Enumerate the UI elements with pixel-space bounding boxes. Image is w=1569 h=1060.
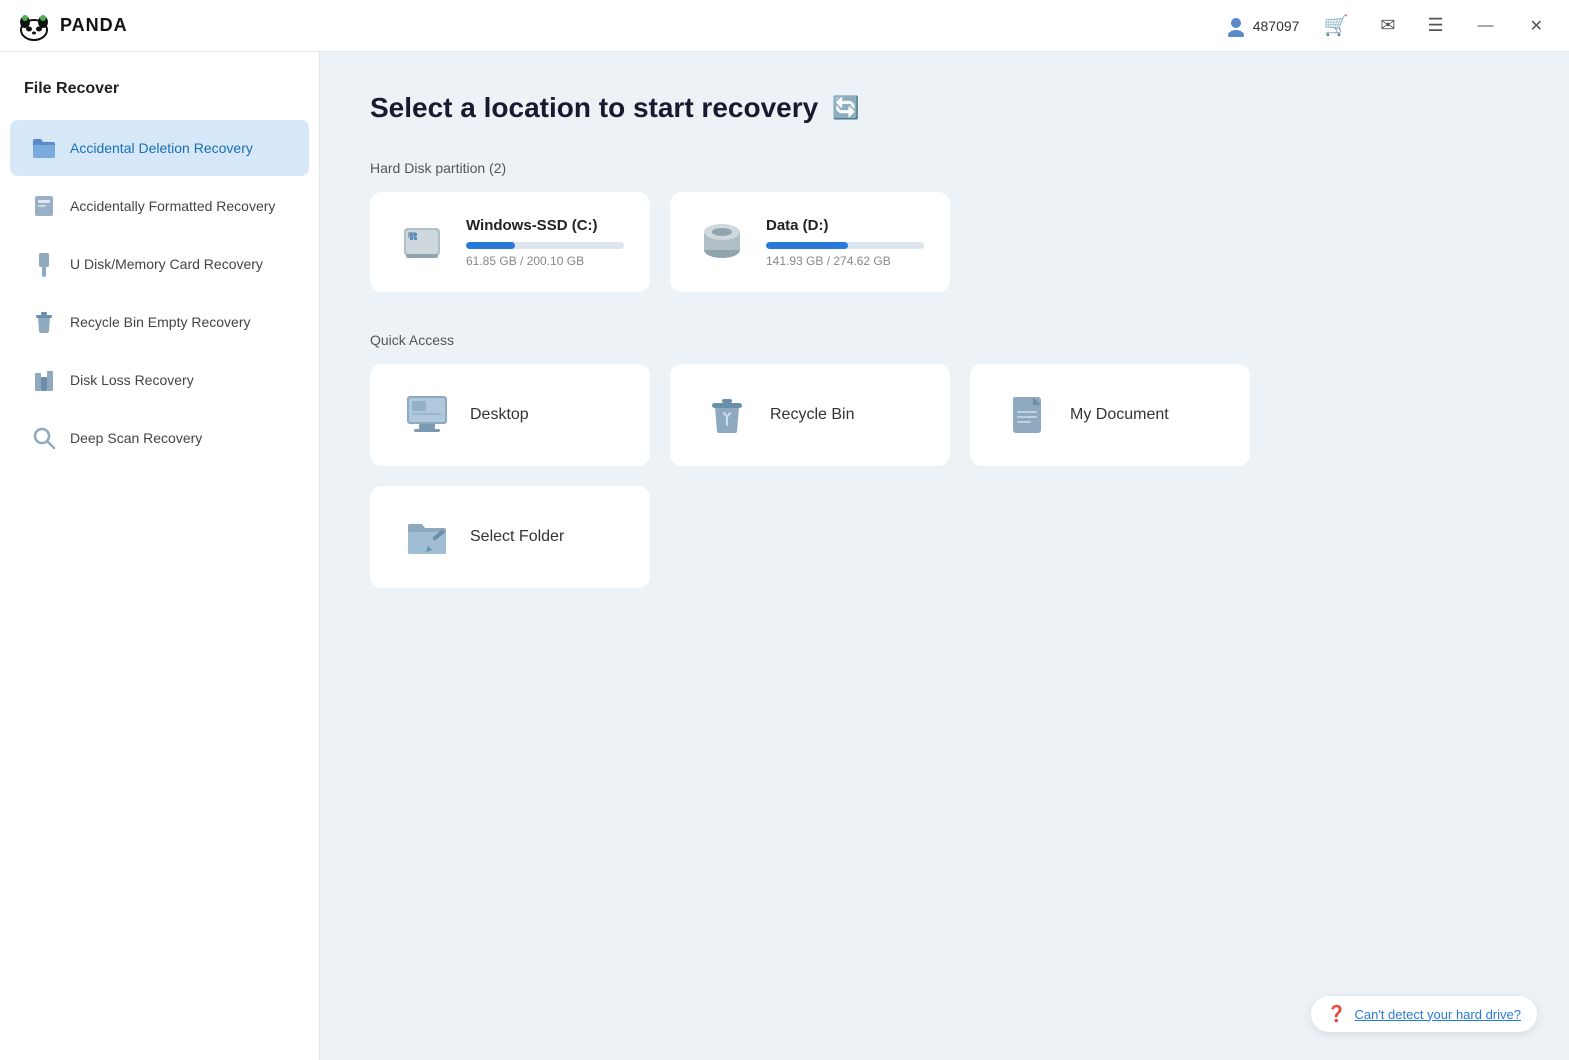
- sidebar-item-disk-loss[interactable]: Disk Loss Recovery: [10, 352, 309, 408]
- sidebar-item-recycle-label: Recycle Bin Empty Recovery: [70, 314, 251, 330]
- sidebar: File Recover Accidental Deletion Recover…: [0, 52, 320, 1060]
- sidebar-item-accidental-label: Accidental Deletion Recovery: [70, 140, 253, 156]
- drive-d-icon: [696, 216, 748, 268]
- sidebar-item-deep-scan-label: Deep Scan Recovery: [70, 430, 202, 446]
- close-button[interactable]: ✕: [1520, 12, 1553, 40]
- sidebar-item-recycle[interactable]: Recycle Bin Empty Recovery: [10, 294, 309, 350]
- user-info: 487097: [1225, 15, 1300, 37]
- recycle-bin-icon: [30, 308, 58, 336]
- drive-c-info: Windows-SSD (C:) 61.85 GB / 200.10 GB: [466, 217, 624, 268]
- app-logo: PANDA: [16, 8, 128, 44]
- qa-card-desktop[interactable]: Desktop: [370, 364, 650, 466]
- drives-row: Windows-SSD (C:) 61.85 GB / 200.10 GB: [370, 192, 1519, 292]
- refresh-icon[interactable]: 🔄: [832, 95, 859, 121]
- quick-access-label: Quick Access: [370, 332, 1519, 348]
- folder-icon: [30, 134, 58, 162]
- app-name: PANDA: [60, 15, 128, 36]
- drive-c-icon: [396, 216, 448, 268]
- quick-access-section: Quick Access: [370, 332, 1519, 588]
- drive-card-d[interactable]: Data (D:) 141.93 GB / 274.62 GB: [670, 192, 950, 292]
- minimize-button[interactable]: —: [1468, 13, 1504, 39]
- help-link-text[interactable]: Can't detect your hard drive?: [1354, 1007, 1521, 1022]
- sidebar-item-udisk[interactable]: U Disk/Memory Card Recovery: [10, 236, 309, 292]
- sidebar-item-udisk-label: U Disk/Memory Card Recovery: [70, 256, 263, 272]
- hard-disk-section: Hard Disk partition (2): [370, 160, 1519, 292]
- sidebar-item-formatted-label: Accidentally Formatted Recovery: [70, 198, 275, 214]
- qa-card-recycle-bin[interactable]: Recycle Bin: [670, 364, 950, 466]
- help-link-container[interactable]: ❓ Can't detect your hard drive?: [1311, 996, 1537, 1032]
- recycle-bin-qa-icon: [702, 390, 752, 440]
- deep-scan-icon: [30, 424, 58, 452]
- drive-d-info: Data (D:) 141.93 GB / 274.62 GB: [766, 217, 924, 268]
- mail-button[interactable]: ✉: [1372, 11, 1403, 40]
- drive-c-space: 61.85 GB / 200.10 GB: [466, 254, 624, 268]
- drive-d-fill: [766, 242, 848, 249]
- drive-d-name: Data (D:): [766, 217, 924, 234]
- qa-my-document-label: My Document: [1070, 406, 1169, 424]
- qa-card-my-document[interactable]: My Document: [970, 364, 1250, 466]
- drive-d-progress: [766, 242, 924, 249]
- desktop-icon: [402, 390, 452, 440]
- menu-button[interactable]: ☰: [1419, 11, 1451, 40]
- my-document-icon: [1002, 390, 1052, 440]
- qa-select-folder-label: Select Folder: [470, 528, 564, 546]
- drive-card-c[interactable]: Windows-SSD (C:) 61.85 GB / 200.10 GB: [370, 192, 650, 292]
- drive-c-progress: [466, 242, 624, 249]
- hard-disk-label: Hard Disk partition (2): [370, 160, 1519, 176]
- sidebar-item-deep-scan[interactable]: Deep Scan Recovery: [10, 410, 309, 466]
- sidebar-item-formatted[interactable]: Accidentally Formatted Recovery: [10, 178, 309, 234]
- page-title: Select a location to start recovery: [370, 92, 818, 124]
- main-layout: File Recover Accidental Deletion Recover…: [0, 52, 1569, 1060]
- panda-logo-icon: [16, 8, 52, 44]
- qa-desktop-label: Desktop: [470, 406, 529, 424]
- drive-c-name: Windows-SSD (C:): [466, 217, 624, 234]
- qa-card-select-folder[interactable]: Select Folder: [370, 486, 650, 588]
- sidebar-title: File Recover: [0, 80, 319, 118]
- user-avatar-icon: [1225, 15, 1247, 37]
- drive-c-fill: [466, 242, 515, 249]
- titlebar: PANDA 487097 🛒 ✉ ☰ — ✕: [0, 0, 1569, 52]
- titlebar-actions: 487097 🛒 ✉ ☰ — ✕: [1225, 9, 1553, 42]
- select-folder-icon: [402, 512, 452, 562]
- drive-d-space: 141.93 GB / 274.62 GB: [766, 254, 924, 268]
- qa-recycle-bin-label: Recycle Bin: [770, 406, 854, 424]
- main-content: Select a location to start recovery 🔄 Ha…: [320, 52, 1569, 1060]
- page-header: Select a location to start recovery 🔄: [370, 92, 1519, 124]
- quick-access-grid: Desktop: [370, 364, 1519, 588]
- disk-format-icon: [30, 192, 58, 220]
- disk-loss-icon: [30, 366, 58, 394]
- sidebar-item-disk-loss-label: Disk Loss Recovery: [70, 372, 194, 388]
- cart-button[interactable]: 🛒: [1315, 9, 1356, 42]
- user-id: 487097: [1253, 18, 1300, 34]
- udisk-icon: [30, 250, 58, 278]
- sidebar-item-accidental[interactable]: Accidental Deletion Recovery: [10, 120, 309, 176]
